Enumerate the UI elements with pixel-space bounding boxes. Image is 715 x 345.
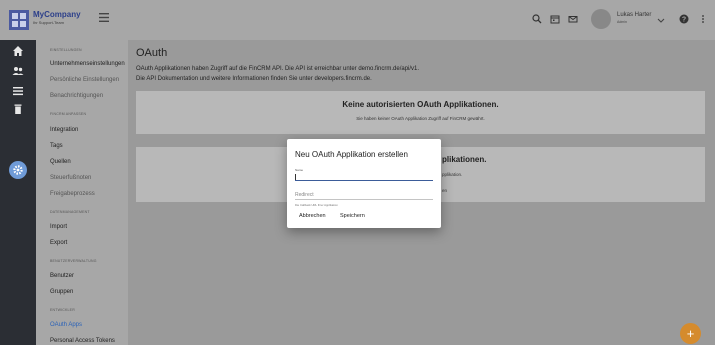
user-name[interactable]: Lukas Harter <box>617 12 651 18</box>
sidebar-section-datenmanagement: DATENMANAGEMENT <box>50 210 90 214</box>
sidebar-item-persoenliche-einstellungen[interactable]: Persönliche Einstellungen <box>50 77 119 83</box>
mail-icon[interactable] <box>568 14 578 24</box>
avatar[interactable] <box>591 9 611 29</box>
sidebar-item-import[interactable]: Import <box>50 224 67 230</box>
sidebar-item-personal-access-tokens[interactable]: Personal Access Tokens <box>50 338 115 344</box>
search-icon[interactable] <box>532 14 542 24</box>
settings-icon[interactable] <box>12 164 24 176</box>
settings-sidebar: EINSTELLUNGEN Unternehmenseinstellungen … <box>36 40 128 345</box>
people-icon[interactable] <box>12 65 24 77</box>
redirect-hint: Die Callback URL Ihrer Applikation <box>295 203 338 207</box>
menu-icon[interactable] <box>99 13 109 22</box>
sidebar-section-fincrm-anpassen: FINCRM ANPASSEN <box>50 112 87 116</box>
authorized-apps-subtitle: Sie haben keiner OAuth Applikation Zugri… <box>356 116 485 121</box>
cancel-button[interactable]: Abbrechen <box>299 213 326 219</box>
sidebar-item-benachrichtigungen[interactable]: Benachrichtigungen <box>50 93 103 99</box>
own-apps-subtitle: pplikation. <box>442 172 463 177</box>
name-field[interactable] <box>295 172 433 181</box>
sidebar-section-einstellungen: EINSTELLUNGEN <box>50 48 82 52</box>
more-vert-icon[interactable] <box>698 14 708 24</box>
brand-name: MyCompany <box>33 10 81 19</box>
calendar-icon[interactable] <box>550 14 560 24</box>
sidebar-item-freigabeprozess[interactable]: Freigabeprozess <box>50 191 95 197</box>
sidebar-section-entwickler: ENTWICKLER <box>50 308 75 312</box>
brand-tagline: Ihr Support-Team <box>33 20 64 25</box>
home-icon[interactable] <box>12 45 24 57</box>
sidebar-item-gruppen[interactable]: Gruppen <box>50 289 73 295</box>
own-apps-subtitle-2: en <box>442 188 448 193</box>
svg-text:?: ? <box>682 17 686 24</box>
create-oauth-app-dialog: Neu OAuth Applikation erstellen Name Die… <box>287 139 441 228</box>
redirect-field[interactable] <box>295 191 433 200</box>
icon-rail <box>0 40 36 345</box>
company-logo-icon[interactable] <box>8 9 30 31</box>
authorized-apps-card: Keine autorisierten OAuth Applikationen.… <box>136 91 705 134</box>
list-icon[interactable] <box>12 85 24 97</box>
own-apps-title: plikationen. <box>442 155 487 164</box>
sidebar-item-tags[interactable]: Tags <box>50 143 63 149</box>
page-title: OAuth <box>136 47 168 59</box>
sidebar-item-benutzer[interactable]: Benutzer <box>50 273 74 279</box>
sidebar-item-export[interactable]: Export <box>50 240 67 246</box>
sidebar-item-unternehmenseinstellungen[interactable]: Unternehmenseinstellungen <box>50 61 125 67</box>
save-button[interactable]: Speichern <box>340 213 365 219</box>
sidebar-item-integration[interactable]: Integration <box>50 127 78 133</box>
text-cursor <box>295 174 296 180</box>
top-bar: MyCompany Ihr Support-Team Lukas Harter … <box>0 0 715 40</box>
sidebar-item-quellen[interactable]: Quellen <box>50 159 71 165</box>
help-icon[interactable]: ? <box>679 14 689 24</box>
sidebar-item-steuerfussnoten[interactable]: Steuerfußnoten <box>50 175 91 181</box>
sidebar-section-benutzerverwaltung: BENUTZERVERWALTUNG <box>50 259 97 263</box>
dialog-title: Neu OAuth Applikation erstellen <box>295 150 408 159</box>
add-fab-button[interactable]: + <box>680 323 701 344</box>
sidebar-item-oauth-apps[interactable]: OAuth Apps <box>50 322 82 328</box>
intro-text-line1: OAuth Applikationen haben Zugriff auf di… <box>136 66 420 72</box>
delete-icon[interactable] <box>12 103 24 115</box>
authorized-apps-title: Keine autorisierten OAuth Applikationen. <box>342 100 499 109</box>
intro-text-line2: Die API Dokumentation und weitere Inform… <box>136 76 372 82</box>
chevron-down-icon[interactable] <box>656 15 666 25</box>
user-role: Admin <box>617 20 627 24</box>
